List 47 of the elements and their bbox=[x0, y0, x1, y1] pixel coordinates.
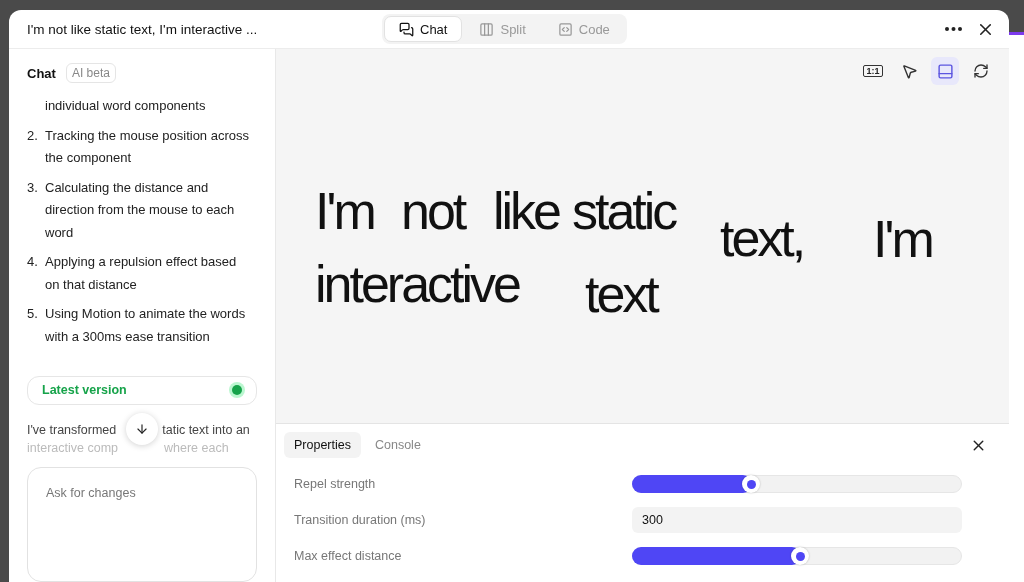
preview-word: static bbox=[572, 185, 676, 237]
step-number: 4. bbox=[27, 253, 39, 271]
message-text: interactive comp bbox=[27, 439, 118, 457]
message-text: I've transformed bbox=[27, 421, 117, 439]
columns-icon bbox=[479, 21, 495, 37]
panel-tab[interactable]: Properties bbox=[284, 432, 361, 458]
step-text: Tracking the mouse position across the component bbox=[45, 126, 250, 167]
arrow-down-icon bbox=[135, 421, 149, 436]
ratio-button[interactable]: 1:1 bbox=[859, 57, 887, 85]
preview-word: I'm bbox=[315, 185, 374, 237]
refresh-icon bbox=[973, 63, 989, 79]
message-text: tatic text into an bbox=[162, 421, 250, 439]
property-label: Max effect distance bbox=[294, 549, 403, 563]
message-text: where each bbox=[164, 439, 229, 457]
step-text: individual word components bbox=[45, 97, 207, 115]
beta-badge: AI beta bbox=[65, 63, 116, 83]
preview-word: I'm bbox=[873, 213, 932, 265]
preview-word: text, bbox=[720, 212, 804, 264]
step-text: Calculating the distance and direction from the mouse to each word bbox=[45, 178, 236, 242]
step-text: Using Motion to animate the words with a 300ms ease transition bbox=[45, 305, 247, 346]
step-number: 5. bbox=[27, 305, 39, 323]
chat-icon bbox=[399, 21, 414, 37]
version-label: Latest version bbox=[42, 383, 127, 398]
chat-input[interactable]: Ask for changes bbox=[27, 466, 257, 582]
view-tab[interactable]: Chat bbox=[384, 16, 463, 42]
more-button[interactable] bbox=[945, 27, 962, 31]
slider-thumb[interactable] bbox=[791, 547, 810, 565]
number-field[interactable]: 300 bbox=[632, 507, 962, 533]
chat-title: Chat bbox=[27, 65, 56, 81]
preview-word: interactive bbox=[315, 258, 519, 310]
code-icon bbox=[557, 21, 573, 37]
panel-toggle-button[interactable] bbox=[931, 57, 959, 85]
window-title: I'm not like static text, I'm interactive ... bbox=[27, 21, 258, 37]
panel-icon bbox=[936, 62, 954, 80]
step-text: Applying a repulsion effect based on that distance bbox=[45, 253, 238, 294]
panel-tab[interactable]: Console bbox=[365, 432, 431, 458]
slider-thumb[interactable] bbox=[742, 475, 761, 493]
step-number: 2. bbox=[27, 126, 39, 145]
preview-word: text bbox=[585, 268, 657, 320]
property-label: Transition duration (ms) bbox=[294, 513, 427, 527]
scroll-down-button[interactable] bbox=[126, 412, 158, 445]
step-number: 3. bbox=[27, 178, 39, 197]
cursor-icon bbox=[900, 62, 918, 80]
preview-word: like bbox=[493, 185, 560, 237]
more-icon bbox=[945, 27, 962, 31]
preview-word: not bbox=[401, 185, 465, 237]
property-label: Repel strength bbox=[294, 477, 377, 491]
